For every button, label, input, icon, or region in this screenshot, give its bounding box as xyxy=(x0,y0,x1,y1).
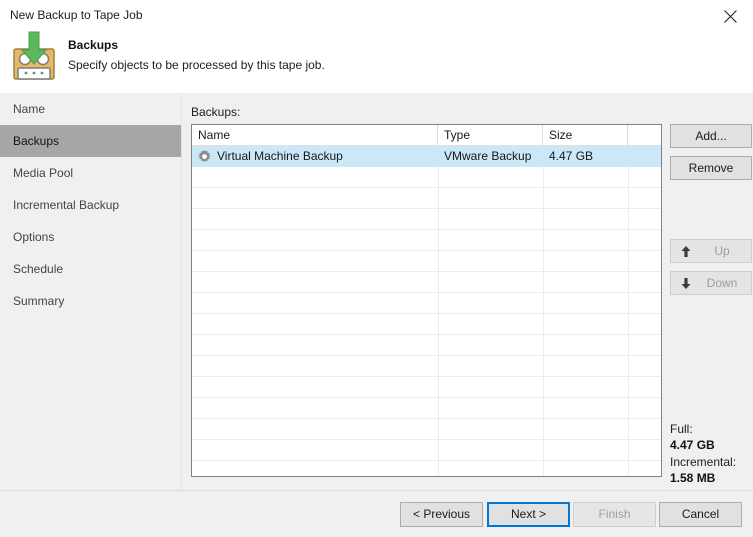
incremental-size-label: Incremental: xyxy=(670,455,737,469)
sidebar-item-label: Summary xyxy=(13,294,65,308)
table-row[interactable] xyxy=(192,335,661,356)
arrow-down-icon xyxy=(681,278,691,289)
sidebar-item-label: Backups xyxy=(13,134,60,148)
wizard-steps-sidebar: Name Backups Media Pool Incremental Back… xyxy=(0,93,182,490)
page-subtitle: Specify objects to be processed by this … xyxy=(68,58,325,72)
next-button[interactable]: Next > xyxy=(487,502,570,527)
sidebar-item-name[interactable]: Name xyxy=(0,93,181,125)
table-header-row: Name Type Size xyxy=(192,125,661,146)
table-row[interactable] xyxy=(192,377,661,398)
table-row[interactable] xyxy=(192,356,661,377)
cell-type: VMware Backup xyxy=(444,149,532,163)
full-size-value: 4.47 GB xyxy=(670,438,715,452)
sidebar-item-label: Name xyxy=(13,102,46,116)
tape-backup-icon xyxy=(13,31,55,80)
sidebar-item-incremental-backup[interactable]: Incremental Backup xyxy=(0,189,181,221)
table-row[interactable]: Virtual Machine Backup VMware Backup 4.4… xyxy=(192,146,661,167)
column-header-type[interactable]: Type xyxy=(438,125,543,145)
finish-button[interactable]: Finish xyxy=(573,502,656,527)
sidebar-item-label: Schedule xyxy=(13,262,64,276)
table-row[interactable] xyxy=(192,398,661,419)
window-title: New Backup to Tape Job xyxy=(10,8,143,22)
sidebar-item-label: Media Pool xyxy=(13,166,74,180)
column-header-name[interactable]: Name xyxy=(192,125,438,145)
incremental-size-value: 1.58 MB xyxy=(670,471,716,485)
sidebar-item-label: Options xyxy=(13,230,55,244)
previous-button[interactable]: < Previous xyxy=(400,502,483,527)
table-row[interactable] xyxy=(192,251,661,272)
table-body: Virtual Machine Backup VMware Backup 4.4… xyxy=(192,146,661,476)
wizard-footer: < Previous Next > Finish Cancel xyxy=(0,490,753,537)
full-size-label: Full: xyxy=(670,422,693,436)
arrow-up-icon xyxy=(681,246,691,257)
table-row[interactable] xyxy=(192,209,661,230)
add-button[interactable]: Add... xyxy=(670,124,752,148)
table-row[interactable] xyxy=(192,314,661,335)
sidebar-item-summary[interactable]: Summary xyxy=(0,285,181,317)
table-row[interactable] xyxy=(192,440,661,461)
sidebar-item-schedule[interactable]: Schedule xyxy=(0,253,181,285)
table-row[interactable] xyxy=(192,419,661,440)
sidebar-item-options[interactable]: Options xyxy=(0,221,181,253)
table-row[interactable] xyxy=(192,188,661,209)
move-down-button[interactable]: Down xyxy=(670,271,752,295)
content-panel: Backups: Name Type Size Virtual Machine … xyxy=(182,93,753,490)
wizard-window: New Backup to Tape Job Backups Specify o… xyxy=(0,0,753,537)
sidebar-item-label: Incremental Backup xyxy=(13,198,120,212)
table-row[interactable] xyxy=(192,272,661,293)
close-icon xyxy=(724,10,737,23)
close-button[interactable] xyxy=(708,0,753,29)
cancel-button[interactable]: Cancel xyxy=(659,502,742,527)
wizard-header: Backups Specify objects to be processed … xyxy=(0,29,753,93)
move-up-button[interactable]: Up xyxy=(670,239,752,263)
move-up-label: Up xyxy=(714,244,730,258)
table-row[interactable] xyxy=(192,461,661,476)
title-bar: New Backup to Tape Job xyxy=(0,0,753,30)
backups-table[interactable]: Name Type Size Virtual Machine Backup VM… xyxy=(191,124,662,477)
cell-size: 4.47 GB xyxy=(549,149,594,163)
table-row[interactable] xyxy=(192,167,661,188)
table-row[interactable] xyxy=(192,230,661,251)
table-row[interactable] xyxy=(192,293,661,314)
remove-button[interactable]: Remove xyxy=(670,156,752,180)
column-header-filler xyxy=(628,125,661,145)
cell-name: Virtual Machine Backup xyxy=(217,149,343,163)
page-title: Backups xyxy=(68,38,119,52)
sidebar-item-media-pool[interactable]: Media Pool xyxy=(0,157,181,189)
sidebar-item-backups[interactable]: Backups xyxy=(0,125,181,157)
move-down-label: Down xyxy=(706,276,738,290)
backups-list-label: Backups: xyxy=(191,105,241,119)
column-header-size[interactable]: Size xyxy=(543,125,628,145)
size-summary: Full: 4.47 GB Incremental: 1.58 MB xyxy=(670,421,753,487)
